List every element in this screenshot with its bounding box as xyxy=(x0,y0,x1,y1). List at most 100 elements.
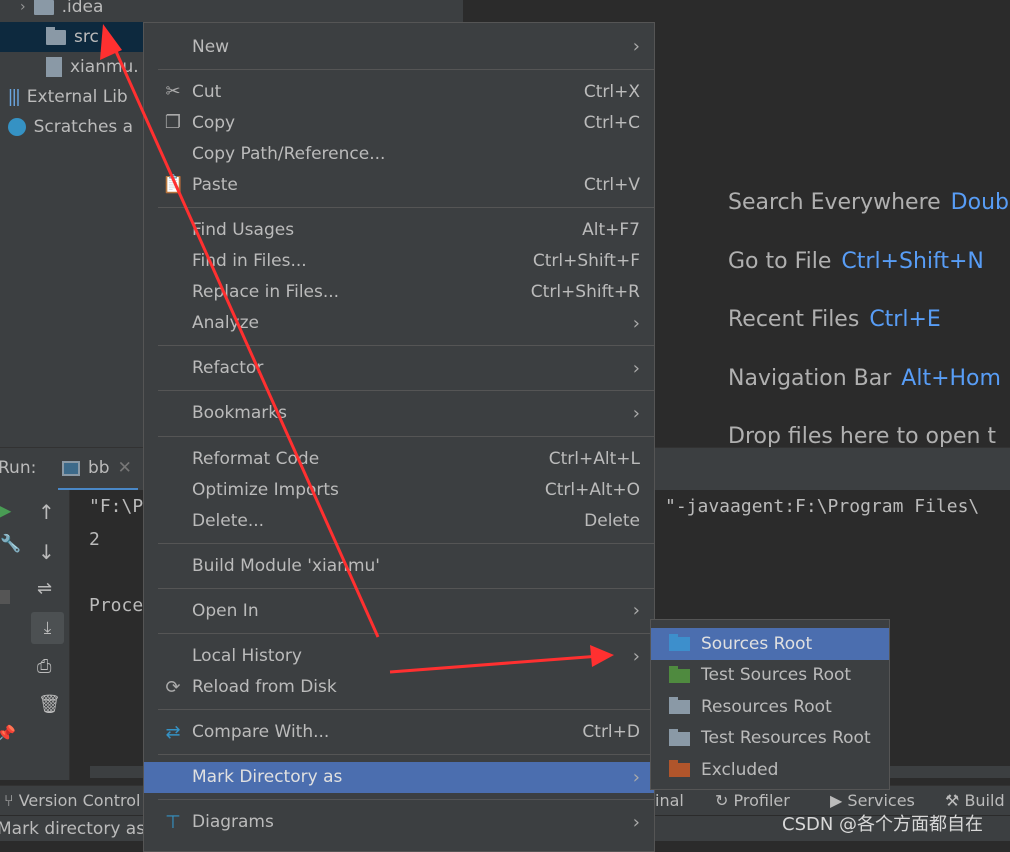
menu-item-shortcut: Delete xyxy=(584,510,640,531)
tool-services[interactable]: ▶ Services xyxy=(830,791,915,810)
folder-icon xyxy=(46,26,66,45)
menu-separator xyxy=(144,200,654,214)
menu-separator xyxy=(144,536,654,550)
tree-item[interactable]: ›Scratches a xyxy=(0,112,133,142)
tree-item[interactable]: src xyxy=(0,22,143,52)
run-label: Run: xyxy=(0,458,37,478)
submenu-item-sources-root[interactable]: Sources Root xyxy=(651,628,889,660)
menu-item-label: Cut xyxy=(192,81,222,102)
menu-item-diagrams[interactable]: ⊤ Diagrams › xyxy=(144,807,654,838)
stop-icon[interactable] xyxy=(0,590,10,604)
hammer-icon: ⚒ xyxy=(945,791,960,810)
chevron-right-icon[interactable]: › xyxy=(20,0,26,22)
tool-build[interactable]: ⚒ Build xyxy=(945,791,1005,810)
console-line: 2 xyxy=(89,529,100,550)
tree-item[interactable]: xianmu. xyxy=(46,52,139,82)
trash-icon[interactable]: 🗑 xyxy=(38,694,61,715)
tool-profiler[interactable]: ↻ Profiler xyxy=(715,791,790,810)
chevron-right-icon: › xyxy=(632,312,640,334)
menu-item-label: Local History xyxy=(192,646,302,667)
run-tab-label: bb xyxy=(88,458,110,478)
menu-item-cut[interactable]: ✂ Cut Ctrl+X xyxy=(144,76,654,107)
menu-item-label: Paste xyxy=(192,174,238,195)
pin-icon[interactable]: 📌 xyxy=(0,724,16,743)
folder-icon xyxy=(669,634,690,651)
menu-item-label: Copy Path/Reference... xyxy=(192,143,386,164)
rerun-icon[interactable]: ▶ xyxy=(0,498,11,522)
menu-item-find-usages[interactable]: Find Usages Alt+F7 xyxy=(144,214,654,245)
tree-item[interactable]: ›|||External Lib xyxy=(0,82,128,112)
arrow-down-icon[interactable]: ↓ xyxy=(38,540,55,564)
menu-item-reformat-code[interactable]: Reformat Code Ctrl+Alt+L xyxy=(144,443,654,474)
menu-item-new[interactable]: New › xyxy=(144,31,654,62)
menu-item-bookmarks[interactable]: Bookmarks › xyxy=(144,398,654,429)
hint-label: Go to File xyxy=(728,249,832,274)
menu-item-label: Build Module 'xianmu' xyxy=(192,555,380,576)
hint-label: Drop files here to open t xyxy=(728,424,997,449)
compare-icon: ⇄ xyxy=(165,721,181,743)
menu-item-label: Refactor xyxy=(192,358,264,379)
editor-hint: Drop files here to open t xyxy=(728,424,996,449)
menu-item-copy[interactable]: ❐ Copy Ctrl+C xyxy=(144,107,654,138)
menu-item-shortcut: Ctrl+D xyxy=(582,722,640,743)
folder-icon xyxy=(669,760,690,777)
menu-separator xyxy=(144,384,654,398)
menu-item-compare-with[interactable]: ⇄ Compare With... Ctrl+D xyxy=(144,717,654,748)
submenu-item-test-resources-root[interactable]: Test Resources Root xyxy=(651,723,889,755)
console-tab-icon xyxy=(62,460,80,476)
tool-version-control[interactable]: ⑂ Version Control xyxy=(4,791,140,810)
hint-shortcut: Doubl xyxy=(950,190,1010,215)
menu-item-mark-directory-as[interactable]: Mark Directory as › xyxy=(144,761,654,793)
console-line: "-javaagent:F:\Program Files\ xyxy=(665,496,980,517)
print-icon[interactable]: ⎙ xyxy=(37,656,51,677)
submenu-item-excluded[interactable]: Excluded xyxy=(651,754,889,786)
tree-item-label: src xyxy=(74,27,99,47)
menu-item-shortcut: Ctrl+X xyxy=(583,81,640,102)
hint-shortcut: Alt+Hom xyxy=(901,366,1001,391)
menu-item-refactor[interactable]: Refactor › xyxy=(144,353,654,384)
editor-hint: Recent Files Ctrl+E xyxy=(728,307,941,332)
submenu-item-resources-root[interactable]: Resources Root xyxy=(651,691,889,723)
hint-label: Navigation Bar xyxy=(728,366,892,391)
soft-wrap-icon[interactable]: ⇌ xyxy=(37,578,52,599)
submenu-item-test-sources-root[interactable]: Test Sources Root xyxy=(651,660,889,692)
console-line: Proce xyxy=(89,595,144,616)
scratches-icon xyxy=(7,118,26,136)
tool-terminal[interactable]: inal xyxy=(655,791,684,810)
menu-item-copy-path-reference[interactable]: Copy Path/Reference... xyxy=(144,138,654,169)
submenu-item-label: Excluded xyxy=(701,759,779,780)
menu-separator xyxy=(144,62,654,76)
menu-item-open-in[interactable]: Open In › xyxy=(144,595,654,626)
menu-separator xyxy=(144,793,654,807)
menu-item-optimize-imports[interactable]: Optimize Imports Ctrl+Alt+O xyxy=(144,474,654,505)
context-menu: New › ✂ Cut Ctrl+X ❐ Copy Ctrl+C Copy Path/Refer… xyxy=(143,22,655,852)
scroll-to-end-icon[interactable]: ⤓ xyxy=(31,612,64,644)
menu-item-shortcut: Ctrl+Alt+O xyxy=(544,479,640,500)
editor-hint: Navigation Bar Alt+Hom xyxy=(728,366,1001,391)
hint-shortcut: Ctrl+E xyxy=(869,307,941,332)
menu-item-build-module-xianmu[interactable]: Build Module 'xianmu' xyxy=(144,550,654,581)
library-icon: ||| xyxy=(7,87,21,107)
menu-item-replace-in-files[interactable]: Replace in Files... Ctrl+Shift+R xyxy=(144,277,654,308)
arrow-up-icon[interactable]: ↑ xyxy=(38,500,55,524)
menu-item-find-in-files[interactable]: Find in Files... Ctrl+Shift+F xyxy=(144,246,654,277)
menu-item-label: Copy xyxy=(192,112,236,133)
menu-item-analyze[interactable]: Analyze › xyxy=(144,308,654,339)
copy-icon: ❐ xyxy=(164,112,182,134)
menu-item-label: Analyze xyxy=(192,313,259,334)
menu-item-paste[interactable]: 📋 Paste Ctrl+V xyxy=(144,169,654,200)
chevron-right-icon: › xyxy=(632,402,640,424)
run-tab-bb[interactable]: bb ✕ xyxy=(58,448,138,491)
folder-icon xyxy=(669,728,690,746)
close-icon[interactable]: ✕ xyxy=(118,458,132,478)
tree-item[interactable]: › .idea xyxy=(20,0,103,22)
menu-item-shortcut: Ctrl+Shift+F xyxy=(532,251,640,272)
menu-item-local-history[interactable]: Local History › xyxy=(144,641,654,672)
chevron-right-icon: › xyxy=(632,357,640,379)
chevron-right-icon: › xyxy=(632,36,640,58)
mark-directory-submenu: Sources Root Test Sources Root Resources R… xyxy=(650,619,890,790)
menu-item-delete[interactable]: Delete... Delete xyxy=(144,505,654,536)
menu-item-reload-from-disk[interactable]: ⟳ Reload from Disk xyxy=(144,672,654,703)
menu-item-shortcut: Ctrl+V xyxy=(583,174,640,195)
wrench-icon[interactable]: 🔧 xyxy=(0,534,21,554)
